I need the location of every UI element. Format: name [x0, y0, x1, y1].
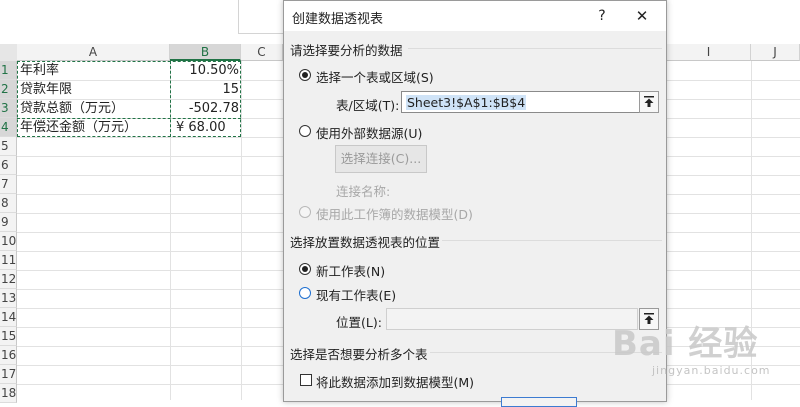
radio-data-model[interactable]	[299, 206, 311, 218]
radio-external-source-label[interactable]: 使用外部数据源(U)	[316, 123, 422, 142]
row-header[interactable]: 11	[0, 251, 17, 270]
select-all-corner[interactable]	[0, 44, 18, 62]
add-to-data-model-checkbox[interactable]	[300, 374, 312, 386]
row-header[interactable]: 1	[0, 61, 17, 80]
row-header[interactable]: 18	[0, 384, 17, 403]
column-header-j[interactable]: J	[751, 44, 800, 61]
radio-data-model-label[interactable]: 使用此工作簿的数据模型(D)	[316, 204, 473, 223]
row-header[interactable]: 4	[0, 118, 17, 137]
range-input-value: Sheet3!$A$1:$B$4	[406, 95, 527, 110]
baidu-watermark-url: jingyan.baidu.com	[652, 364, 771, 377]
row-header[interactable]: 15	[0, 327, 17, 346]
row-header[interactable]: 9	[0, 213, 17, 232]
formula-bar-box[interactable]	[238, 0, 286, 34]
connection-name-label: 连接名称:	[336, 184, 391, 199]
row-header[interactable]: 10	[0, 232, 17, 251]
section-title-data: 请选择要分析的数据	[290, 43, 403, 58]
row-header[interactable]: 7	[0, 175, 17, 194]
radio-select-table[interactable]	[299, 69, 311, 81]
close-button[interactable]: ✕	[630, 6, 654, 26]
row-header[interactable]: 5	[0, 137, 17, 156]
radio-existing-worksheet[interactable]	[299, 287, 311, 299]
row-header[interactable]: 6	[0, 156, 17, 175]
location-label: 位置(L):	[336, 315, 382, 330]
range-collapse-button[interactable]	[639, 91, 659, 113]
radio-external-source[interactable]	[299, 125, 311, 137]
section-title-location: 选择放置数据透视表的位置	[290, 235, 441, 250]
row-header[interactable]: 2	[0, 80, 17, 99]
radio-select-table-label[interactable]: 选择一个表或区域(S)	[316, 67, 434, 86]
row-header[interactable]: 14	[0, 308, 17, 327]
range-input[interactable]: Sheet3!$A$1:$B$4	[401, 91, 640, 113]
row-header[interactable]: 8	[0, 194, 17, 213]
radio-new-worksheet[interactable]	[299, 263, 311, 275]
row-header[interactable]: 13	[0, 289, 17, 308]
baidu-watermark: Bai 经验	[612, 324, 759, 364]
create-pivot-table-dialog: 创建数据透视表 ? ✕ 请选择要分析的数据 选择一个表或区域(S) 表/区域(T…	[283, 0, 667, 407]
help-button[interactable]: ?	[592, 6, 612, 26]
location-input[interactable]	[386, 308, 638, 330]
row-header[interactable]: 17	[0, 365, 17, 384]
dialog-titlebar[interactable]: 创建数据透视表 ? ✕	[284, 1, 666, 31]
ok-button[interactable]	[501, 397, 577, 407]
copy-marquee-row-divider	[17, 118, 241, 120]
section-title-multiple-tables: 选择是否想要分析多个表	[290, 347, 428, 362]
row-header[interactable]: 16	[0, 346, 17, 365]
column-header-b[interactable]: B	[170, 44, 241, 61]
column-header-i[interactable]: I	[667, 44, 751, 61]
radio-existing-worksheet-label[interactable]: 现有工作表(E)	[316, 285, 396, 304]
collapse-arrow-icon	[644, 96, 654, 107]
dialog-title: 创建数据透视表	[292, 12, 384, 27]
radio-new-worksheet-label[interactable]: 新工作表(N)	[316, 261, 385, 280]
row-header[interactable]: 12	[0, 270, 17, 289]
row-header[interactable]: 3	[0, 99, 17, 118]
column-header-a[interactable]: A	[17, 44, 170, 61]
choose-connection-button[interactable]: 选择连接(C)...	[335, 145, 427, 173]
column-header-c[interactable]: C	[241, 44, 283, 61]
gridline	[241, 61, 242, 400]
section-divider	[408, 48, 662, 49]
range-label: 表/区域(T):	[336, 98, 400, 113]
copy-marquee-divider	[170, 61, 241, 137]
add-to-data-model-label[interactable]: 将此数据添加到数据模型(M)	[316, 372, 474, 391]
section-divider	[442, 240, 662, 241]
